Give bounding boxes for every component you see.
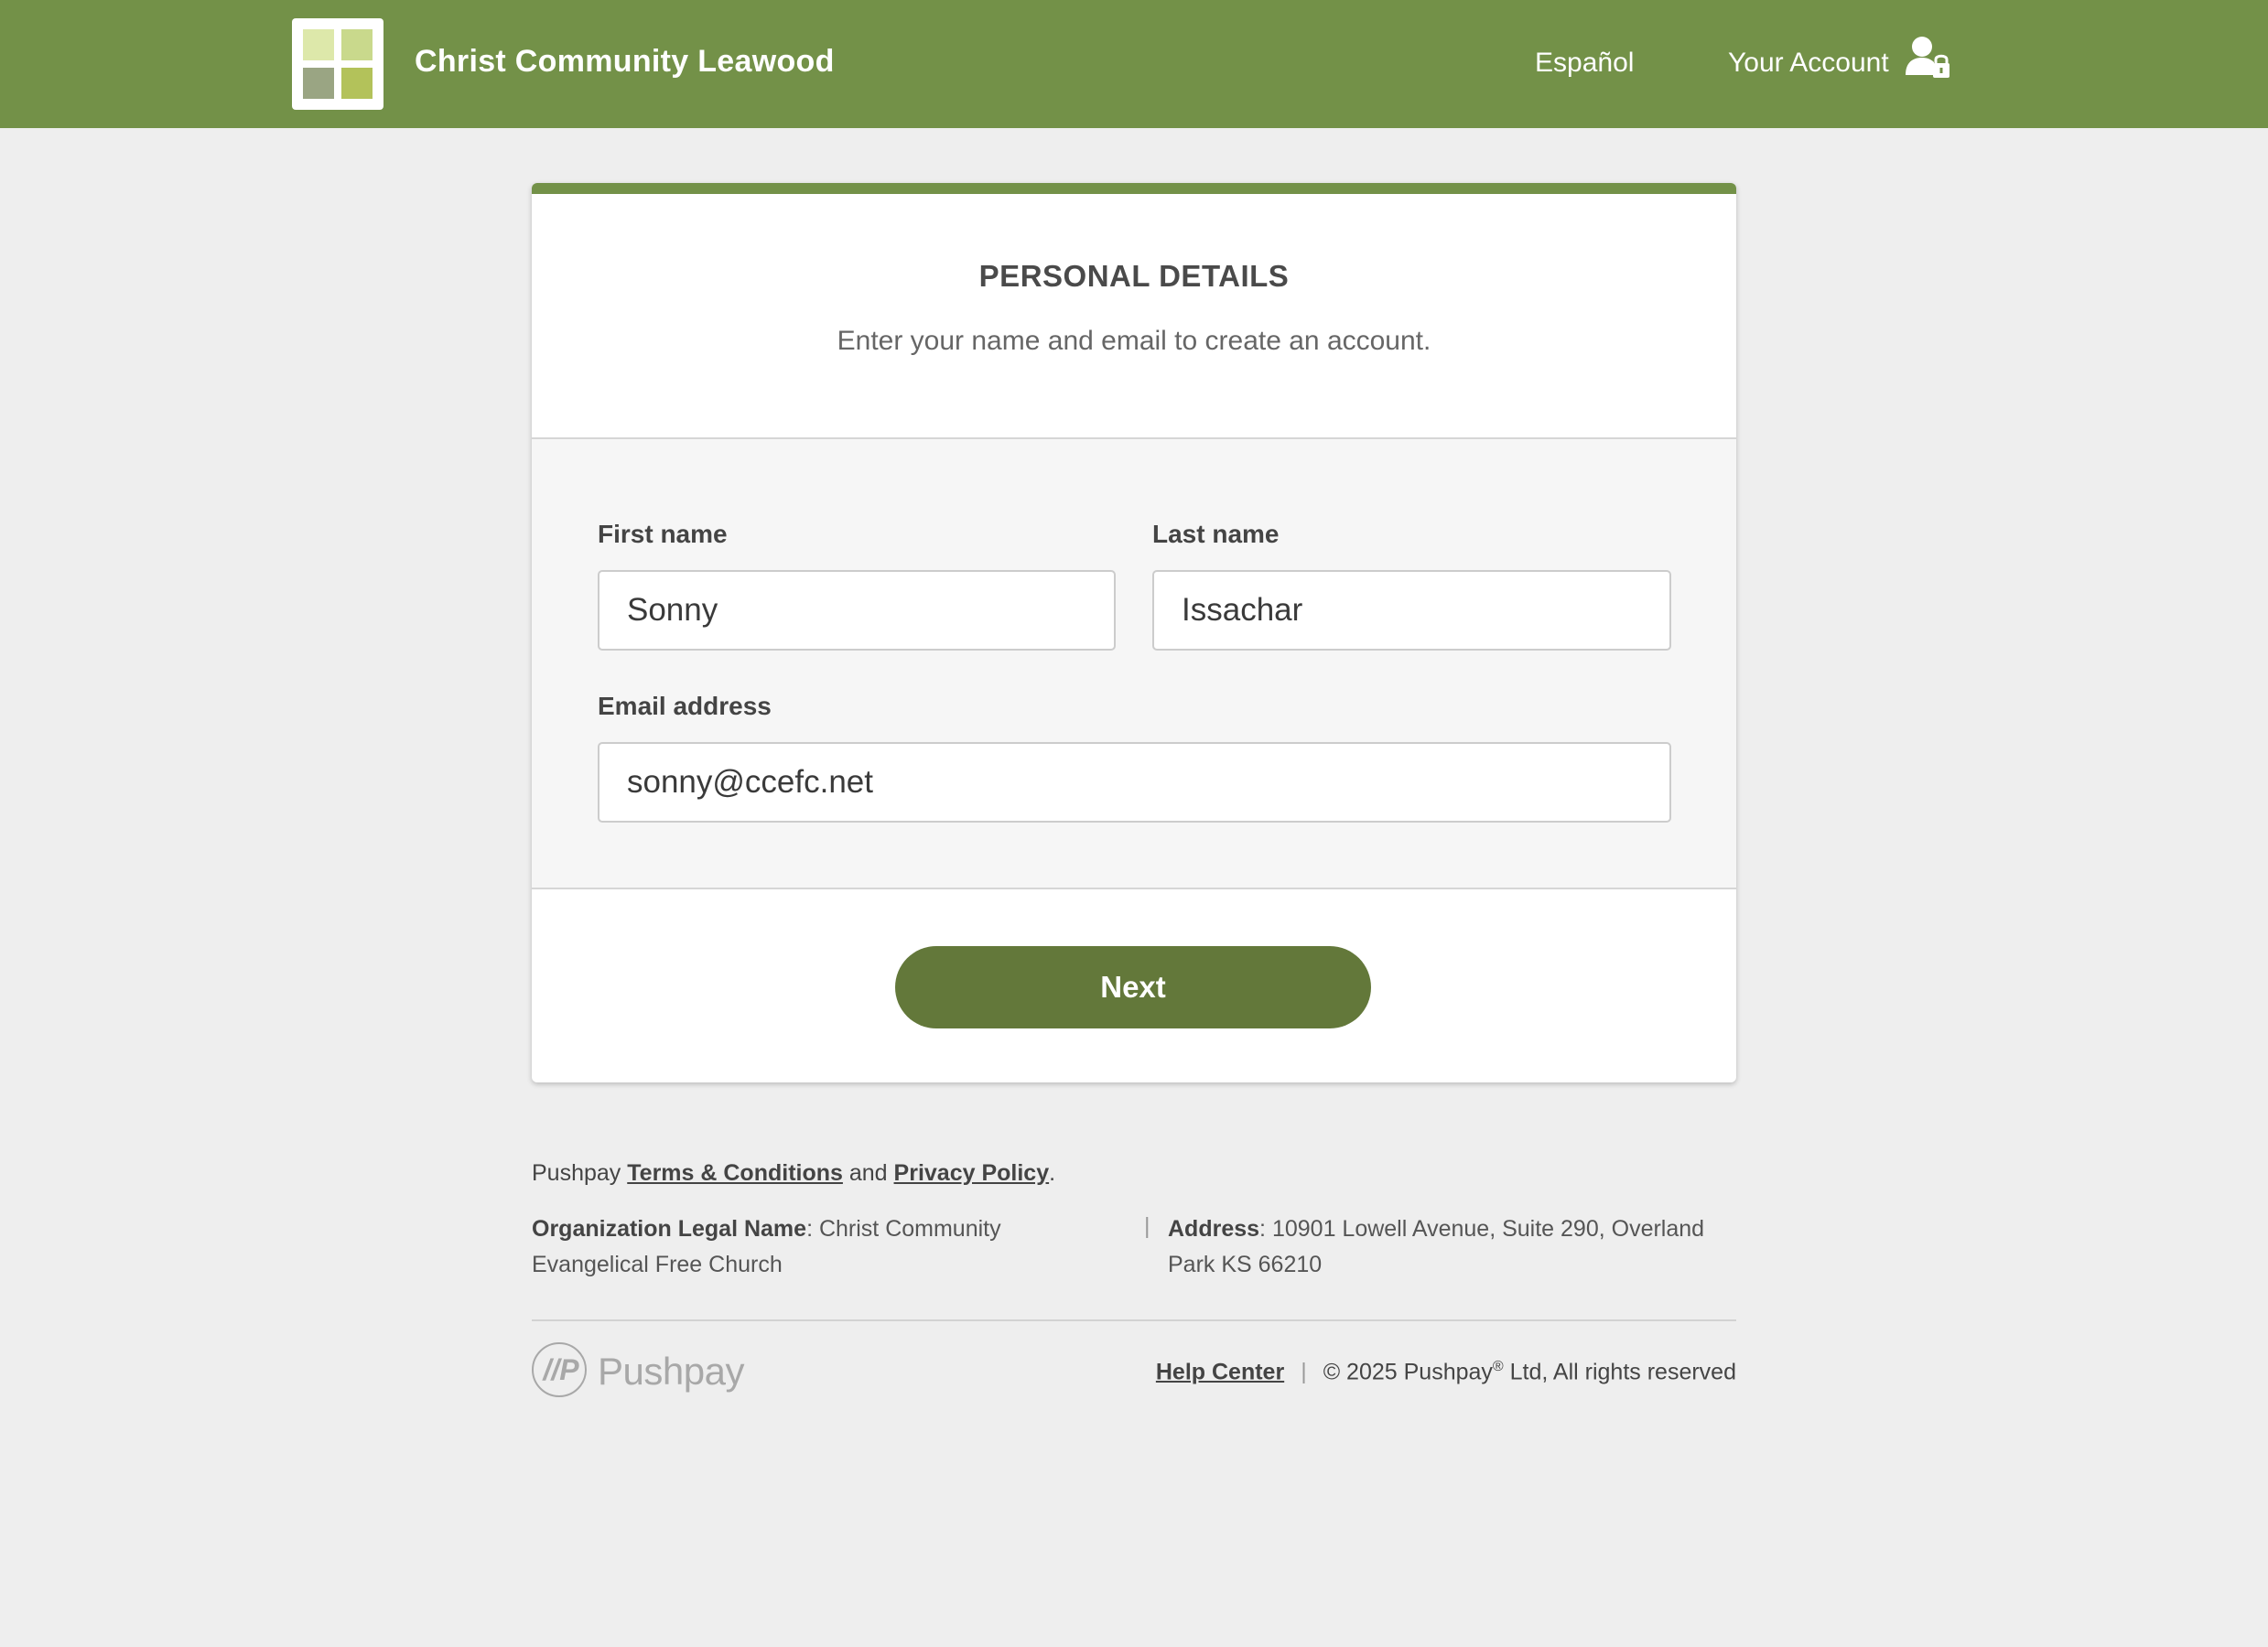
- copyright-suffix: Ltd, All rights reserved: [1503, 1359, 1736, 1385]
- site-header: Christ Community Leawood Español Your Ac…: [0, 0, 2268, 128]
- address-label: Address: [1168, 1216, 1260, 1242]
- email-label: Email address: [598, 692, 772, 720]
- next-button[interactable]: Next: [895, 946, 1371, 1028]
- legal-period: .: [1049, 1160, 1056, 1186]
- email-field[interactable]: [598, 742, 1671, 823]
- pushpay-wordmark: Pushpay: [598, 1350, 744, 1393]
- church-logo[interactable]: [292, 18, 383, 110]
- org-address: Address: 10901 Lowell Avenue, Suite 290,…: [1168, 1216, 1705, 1277]
- pushpay-logo[interactable]: //P Pushpay: [532, 1342, 751, 1401]
- user-lock-icon[interactable]: [1904, 35, 1953, 81]
- org-name: Christ Community Leawood: [415, 44, 835, 79]
- card-subtitle: Enter your name and email to create an a…: [837, 326, 1431, 356]
- logo-quadrant: [340, 29, 373, 62]
- help-center-link[interactable]: Help Center: [1156, 1359, 1284, 1384]
- footer-bottom: Help Center | © 2025 Pushpay® Ltd, All rig…: [1156, 1359, 1736, 1385]
- legal-prefix: Pushpay: [532, 1160, 621, 1186]
- logo-quadrant: [303, 66, 336, 99]
- logo-cross-horizontal: [301, 60, 374, 68]
- logo-quadrant: [340, 66, 373, 99]
- card-title: PERSONAL DETAILS: [978, 259, 1290, 293]
- last-name-label: Last name: [1152, 520, 1280, 548]
- org-legal-name: Organization Legal Name: Christ Communit…: [532, 1216, 1001, 1277]
- registered-mark: ®: [1492, 1359, 1504, 1374]
- form-section: First name Last name Email address: [532, 437, 1736, 889]
- privacy-link[interactable]: Privacy Policy: [894, 1160, 1050, 1186]
- card-accent-bar: [532, 183, 1736, 194]
- copyright-prefix: © 2025 Pushpay: [1323, 1359, 1493, 1385]
- footer-divider: [532, 1319, 1736, 1321]
- pushpay-mark-text: //P: [543, 1353, 579, 1386]
- personal-details-card: PERSONAL DETAILS Enter your name and ema…: [532, 183, 1736, 1082]
- last-name-field[interactable]: [1152, 570, 1671, 651]
- language-link[interactable]: Español: [1535, 48, 1634, 79]
- terms-link[interactable]: Terms & Conditions: [627, 1160, 843, 1186]
- and-text: and: [848, 1160, 888, 1186]
- pushpay-logo-mark: //P: [532, 1342, 587, 1397]
- org-legal-label: Organization Legal Name: [532, 1216, 807, 1242]
- footer-separator: |: [1144, 1213, 1150, 1239]
- footer-legal-line: Pushpay Terms & Conditions and Privacy P…: [532, 1160, 1055, 1187]
- first-name-field[interactable]: [598, 570, 1116, 651]
- your-account-link[interactable]: Your Account: [1728, 48, 1889, 79]
- footer-pipe: |: [1301, 1359, 1307, 1385]
- logo-quadrant: [303, 29, 336, 62]
- first-name-label: First name: [598, 520, 728, 548]
